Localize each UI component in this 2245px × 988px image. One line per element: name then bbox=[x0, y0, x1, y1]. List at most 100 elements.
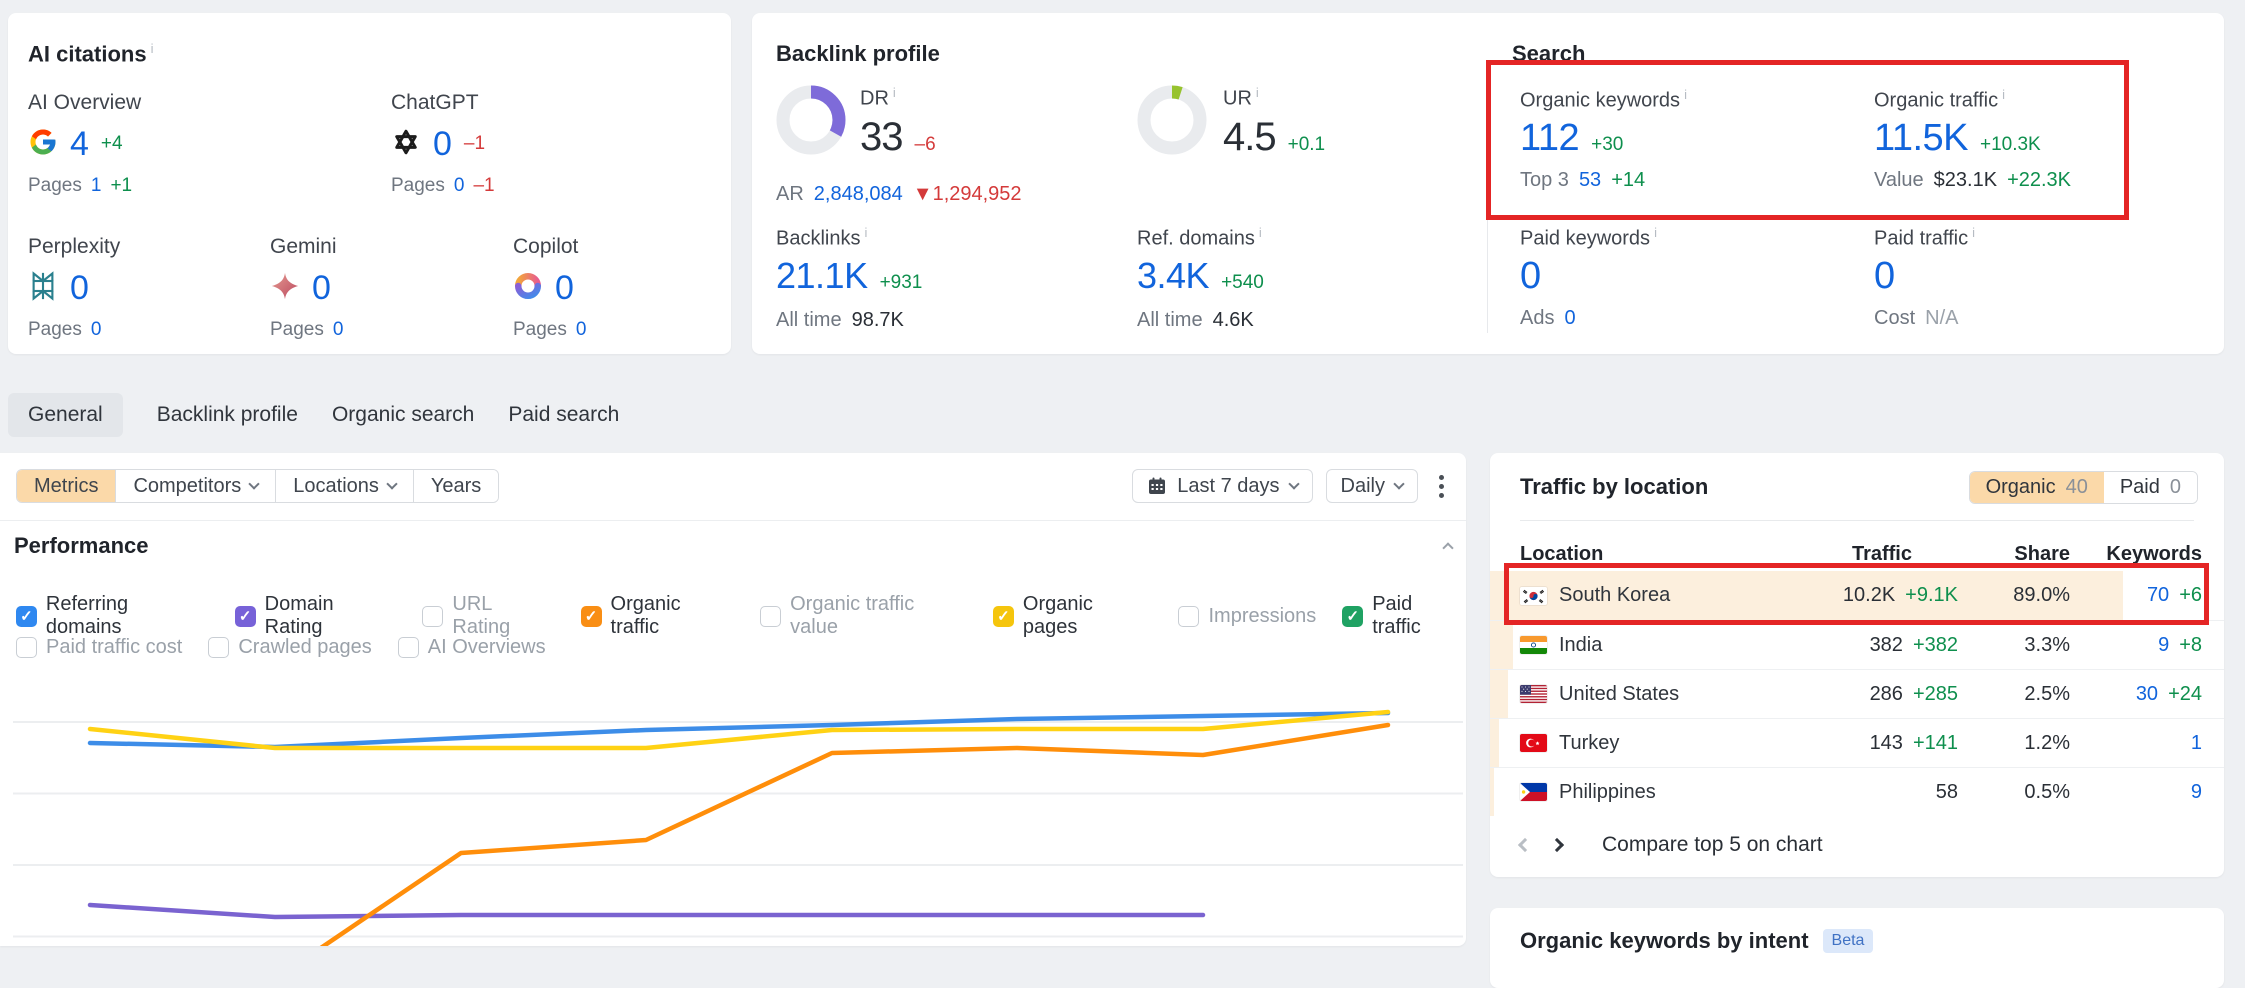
metric-checkbox-label: Domain Rating bbox=[265, 593, 397, 639]
metric-checkbox-organic-traffic[interactable]: ✓Organic traffic bbox=[581, 593, 735, 639]
competitors-button[interactable]: Competitors bbox=[115, 470, 275, 502]
share-cell: 1.2% bbox=[1958, 732, 2070, 755]
paid-traffic-label: Paid traffic bbox=[1874, 225, 1975, 251]
column-share[interactable]: Share bbox=[1958, 543, 2070, 566]
top3-value[interactable]: 53 bbox=[1579, 169, 1601, 192]
date-range-button[interactable]: Last 7 days bbox=[1132, 469, 1312, 503]
report-tab-bar: General Backlink profile Organic search Pai… bbox=[8, 391, 619, 438]
performance-line-chart bbox=[0, 453, 1466, 946]
table-row-turkey[interactable]: Turkey143+1411.2%1 bbox=[1490, 718, 2224, 767]
pages-value[interactable]: 0 bbox=[454, 175, 465, 197]
metric-checkbox-paid-traffic-cost[interactable]: Paid traffic cost bbox=[16, 636, 182, 659]
pages-line: Pages 0 bbox=[28, 319, 120, 341]
ai-citations-value[interactable]: 0 bbox=[312, 269, 331, 308]
share-value: 3.3% bbox=[2024, 634, 2070, 657]
keywords-delta: +24 bbox=[2168, 683, 2202, 706]
pages-value[interactable]: 0 bbox=[576, 319, 587, 341]
paid-keywords-value[interactable]: 0 bbox=[1520, 255, 1541, 298]
metric-checkbox-label: Organic pages bbox=[1023, 593, 1153, 639]
metric-checkbox-ai-overviews[interactable]: AI Overviews bbox=[398, 636, 546, 659]
location-name: South Korea bbox=[1559, 584, 1670, 607]
ar-value[interactable]: 2,848,084 bbox=[814, 183, 903, 206]
pages-label: Pages bbox=[28, 319, 82, 341]
collapse-section-button[interactable] bbox=[1442, 542, 1453, 553]
keywords-value[interactable]: 30 bbox=[2136, 683, 2158, 706]
paid-traffic-value[interactable]: 0 bbox=[1874, 255, 1895, 298]
metric-checkbox-url-rating[interactable]: URL Rating bbox=[422, 593, 554, 639]
more-options-button[interactable] bbox=[1431, 469, 1452, 504]
metrics-button[interactable]: Metrics bbox=[17, 470, 115, 502]
tab-paid-search[interactable]: Paid search bbox=[508, 403, 619, 427]
table-row-united-states[interactable]: United States286+2852.5%30+24 bbox=[1490, 669, 2224, 718]
years-button[interactable]: Years bbox=[413, 470, 498, 502]
metric-checkbox-label: URL Rating bbox=[452, 593, 554, 639]
compare-top5-link[interactable]: Compare top 5 on chart bbox=[1602, 833, 1823, 857]
granularity-button[interactable]: Daily bbox=[1326, 469, 1418, 503]
column-keywords[interactable]: Keywords bbox=[2070, 543, 2202, 566]
table-row-philippines[interactable]: Philippines580.5%9 bbox=[1490, 767, 2224, 816]
metric-checkbox-label: Paid traffic cost bbox=[46, 636, 182, 659]
chevron-down-icon bbox=[1288, 478, 1299, 489]
ads-label: Ads bbox=[1520, 307, 1554, 330]
keywords-value[interactable]: 9 bbox=[2158, 634, 2169, 657]
ref-domains-value[interactable]: 3.4K bbox=[1137, 255, 1209, 297]
ai-citations-value[interactable]: 0 bbox=[555, 269, 574, 308]
tab-general[interactable]: General bbox=[8, 393, 123, 437]
metric-checkbox-organic-pages[interactable]: ✓Organic pages bbox=[993, 593, 1153, 639]
checkbox-icon bbox=[208, 637, 229, 658]
table-row-south-korea[interactable]: South Korea10.2K+9.1K89.0%70+6 bbox=[1490, 571, 2224, 620]
toggle-organic[interactable]: Organic40 bbox=[1970, 472, 2104, 503]
metric-checkbox-organic-traffic-value[interactable]: Organic traffic value bbox=[760, 593, 967, 639]
organic-keywords-delta: +30 bbox=[1591, 134, 1623, 156]
column-traffic[interactable]: Traffic bbox=[1786, 543, 1958, 566]
organic-keywords-value[interactable]: 112 bbox=[1520, 117, 1579, 160]
keywords-value[interactable]: 70 bbox=[2147, 584, 2169, 607]
locations-button[interactable]: Locations bbox=[275, 470, 413, 502]
ai-value-row: 4+4 bbox=[28, 126, 141, 162]
chevron-down-icon bbox=[1393, 478, 1404, 489]
pages-value[interactable]: 1 bbox=[91, 175, 102, 197]
ai-platform-label: Gemini bbox=[270, 235, 343, 259]
pages-value[interactable]: 0 bbox=[91, 319, 102, 341]
keywords-delta: +8 bbox=[2179, 634, 2202, 657]
keywords-value[interactable]: 9 bbox=[2191, 781, 2202, 804]
metric-checkbox-paid-traffic[interactable]: ✓Paid traffic bbox=[1342, 593, 1466, 639]
next-page-button[interactable] bbox=[1550, 838, 1564, 852]
checkbox-icon: ✓ bbox=[1342, 606, 1363, 627]
pages-value[interactable]: 0 bbox=[333, 319, 344, 341]
previous-page-button[interactable] bbox=[1518, 838, 1532, 852]
keywords-value[interactable]: 1 bbox=[2191, 732, 2202, 755]
ai-citations-value[interactable]: 4 bbox=[70, 125, 89, 164]
metric-checkbox-referring-domains[interactable]: ✓Referring domains bbox=[16, 593, 209, 639]
ads-value[interactable]: 0 bbox=[1564, 307, 1575, 330]
traffic-value-delta: +22.3K bbox=[2007, 169, 2071, 192]
share-cell: 2.5% bbox=[1958, 683, 2070, 706]
backlinks-block: Backlinks 21.1K +931 All time 98.7K bbox=[776, 225, 922, 332]
metric-checkbox-domain-rating[interactable]: ✓Domain Rating bbox=[235, 593, 397, 639]
ai-citations-value[interactable]: 0 bbox=[70, 269, 89, 308]
traffic-value-amount: $23.1K bbox=[1934, 169, 1997, 192]
years-button-label: Years bbox=[431, 475, 481, 498]
column-location[interactable]: Location bbox=[1520, 543, 1786, 566]
backlinks-value[interactable]: 21.1K bbox=[776, 255, 868, 297]
table-row-india[interactable]: India382+3823.3%9+8 bbox=[1490, 620, 2224, 669]
ai-citations-value[interactable]: 0 bbox=[433, 125, 452, 164]
toggle-paid[interactable]: Paid0 bbox=[2104, 472, 2197, 503]
traffic-delta: +382 bbox=[1913, 634, 1958, 657]
traffic-delta: +141 bbox=[1913, 732, 1958, 755]
ai-citations-card: AI citations AI Overview4+4Pages1+1ChatG… bbox=[8, 13, 731, 354]
organic-traffic-value[interactable]: 11.5K bbox=[1874, 117, 1968, 160]
share-cell: 89.0% bbox=[1958, 584, 2070, 607]
dr-delta: –6 bbox=[915, 134, 936, 156]
gemini-icon bbox=[270, 271, 300, 306]
tab-backlink-profile[interactable]: Backlink profile bbox=[157, 403, 298, 427]
dr-label: DR bbox=[860, 85, 936, 111]
google-icon bbox=[28, 127, 58, 162]
metric-checkbox-crawled-pages[interactable]: Crawled pages bbox=[208, 636, 371, 659]
keywords-delta: +6 bbox=[2179, 584, 2202, 607]
tab-organic-search[interactable]: Organic search bbox=[332, 403, 474, 427]
share-value: 0.5% bbox=[2024, 781, 2070, 804]
location-name: Philippines bbox=[1559, 781, 1656, 804]
metric-checkbox-impressions[interactable]: Impressions bbox=[1178, 605, 1316, 628]
checkbox-icon bbox=[398, 637, 419, 658]
